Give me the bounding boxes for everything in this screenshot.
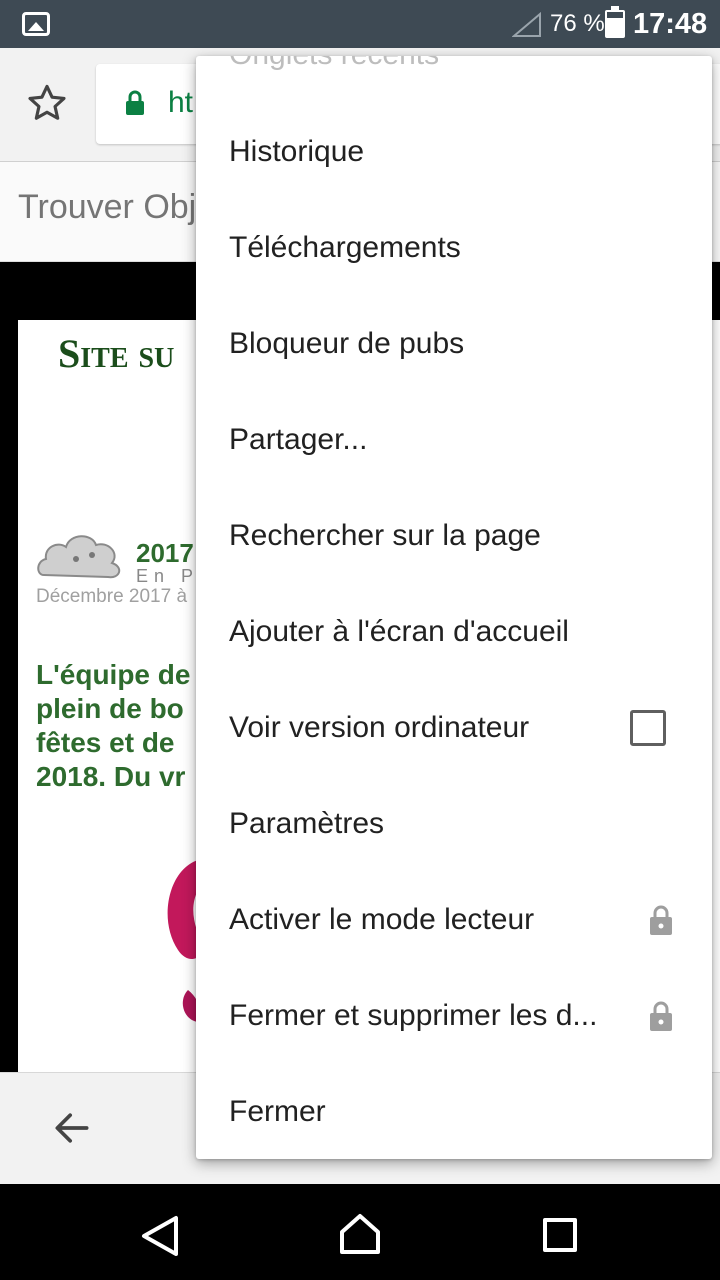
menu-item-label: Bloqueur de pubs xyxy=(229,327,465,360)
menu-item-ad-blocker[interactable]: Bloqueur de pubs xyxy=(196,296,712,392)
menu-item-label: Paramètres xyxy=(229,807,385,840)
image-icon xyxy=(22,12,50,36)
lock-icon xyxy=(650,905,672,935)
menu-item-downloads[interactable]: Téléchargements xyxy=(196,200,712,296)
overflow-menu: Onglets récents Historique Téléchargemen… xyxy=(196,56,712,1159)
signal-icon xyxy=(512,12,541,37)
menu-item-share[interactable]: Partager... xyxy=(196,392,712,488)
menu-item-label: Activer le mode lecteur xyxy=(229,903,535,936)
lock-icon xyxy=(650,1001,672,1031)
url-text[interactable]: ht xyxy=(168,86,193,120)
menu-item-add-to-home[interactable]: Ajouter à l'écran d'accueil xyxy=(196,584,712,680)
menu-item-label: Historique xyxy=(229,135,365,168)
nav-back-icon[interactable] xyxy=(140,1214,180,1258)
battery-icon xyxy=(605,6,625,38)
menu-item-label: Téléchargements xyxy=(229,231,461,264)
menu-item-history[interactable]: Historique xyxy=(196,104,712,200)
menu-item-close-and-clear[interactable]: Fermer et supprimer les d... xyxy=(196,968,712,1064)
menu-item-close[interactable]: Fermer xyxy=(196,1064,712,1159)
bookmark-star-icon[interactable] xyxy=(26,82,68,124)
battery-percent: 76 % xyxy=(550,10,605,37)
clock: 17:48 xyxy=(633,8,708,40)
cloud-image xyxy=(37,535,121,579)
menu-item-desktop-site[interactable]: Voir version ordinateur xyxy=(196,680,712,776)
menu-item-label: Rechercher sur la page xyxy=(229,519,541,552)
site-title: Site su xyxy=(58,331,175,376)
nav-home-icon[interactable] xyxy=(338,1212,382,1256)
nav-recent-icon[interactable] xyxy=(543,1218,577,1252)
subtitle-label: En P xyxy=(136,566,200,586)
menu-item-find-in-page[interactable]: Rechercher sur la page xyxy=(196,488,712,584)
menu-item-recent-tabs[interactable]: Onglets récents xyxy=(196,56,712,76)
menu-item-label: Fermer et supprimer les d... xyxy=(229,999,598,1032)
find-input[interactable]: Trouver Obj xyxy=(18,188,196,227)
menu-item-reader-mode[interactable]: Activer le mode lecteur xyxy=(196,872,712,968)
secure-lock-icon xyxy=(126,90,144,115)
menu-item-settings[interactable]: Paramètres xyxy=(196,776,712,872)
back-arrow-icon[interactable] xyxy=(50,1106,94,1150)
desktop-site-checkbox[interactable] xyxy=(630,710,666,746)
menu-item-label: Partager... xyxy=(229,423,368,456)
status-bar: 76 % 17:48 xyxy=(0,0,720,48)
menu-item-label: Onglets récents xyxy=(229,56,439,72)
date-label: Décembre 2017 à xyxy=(36,586,188,607)
menu-item-label: Ajouter à l'écran d'accueil xyxy=(229,615,569,648)
menu-item-label: Fermer xyxy=(229,1095,326,1128)
year-label: 2017 xyxy=(136,538,194,568)
menu-item-label: Voir version ordinateur xyxy=(229,711,530,744)
